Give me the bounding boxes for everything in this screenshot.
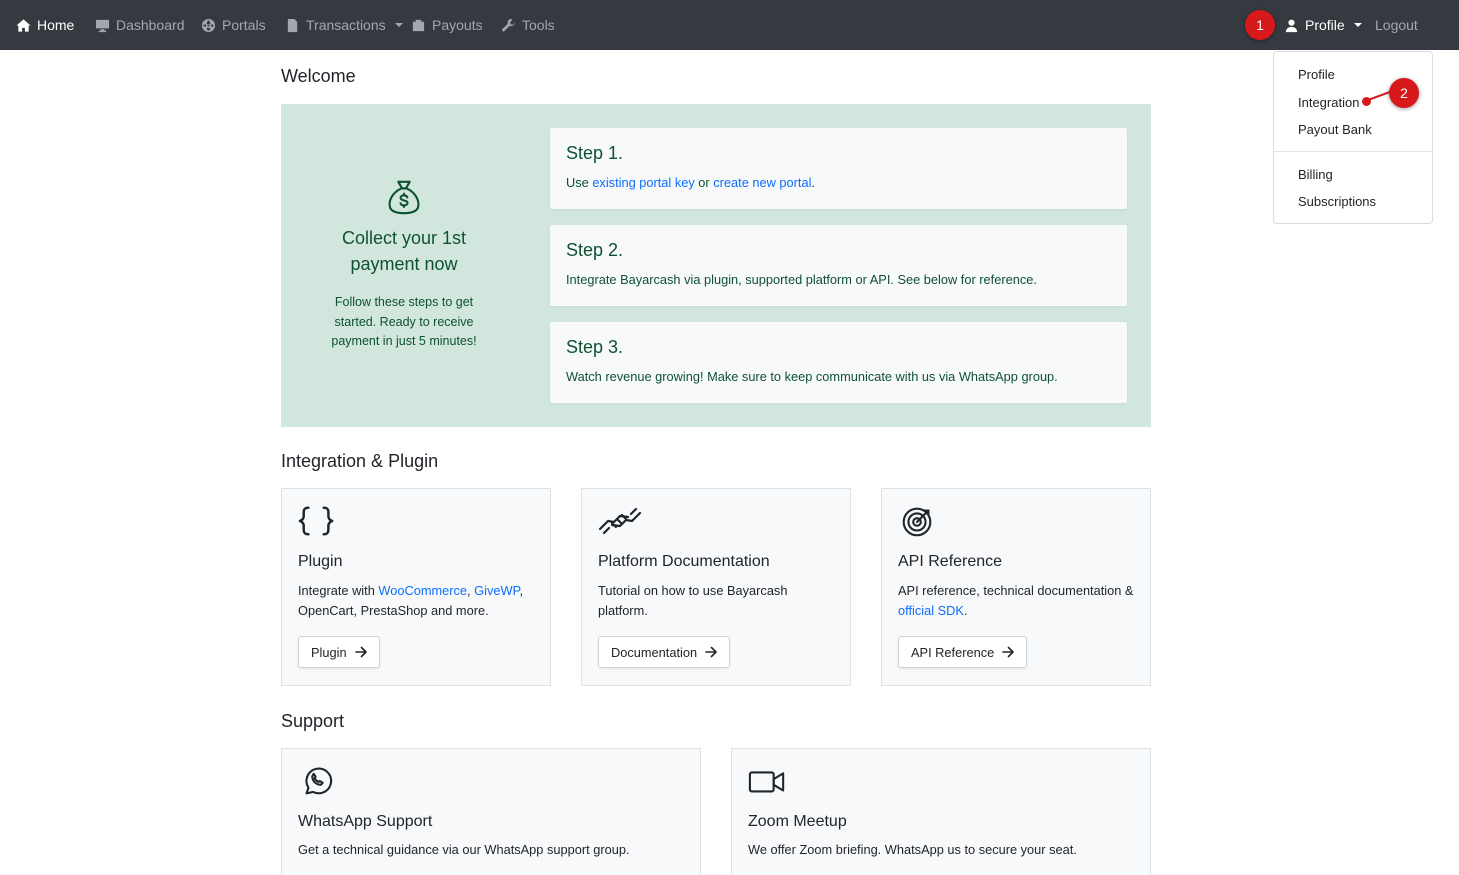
home-icon bbox=[16, 18, 31, 32]
wrench-icon bbox=[502, 18, 515, 31]
integration-title: Integration & Plugin bbox=[281, 451, 439, 471]
card-title: Zoom Meetup bbox=[748, 813, 847, 830]
nav-dashboard[interactable]: Dashboard bbox=[95, 0, 185, 50]
create-new-portal-link[interactable]: create new portal bbox=[713, 175, 811, 190]
whatsapp-support-card: WhatsApp Support Get a technical guidanc… bbox=[281, 748, 701, 875]
plugin-card: Plugin Integrate with WooCommerce, GiveW… bbox=[281, 488, 551, 686]
money-bag-icon bbox=[388, 180, 420, 215]
button-label: Documentation bbox=[611, 644, 698, 660]
nav-tools-label: Tools bbox=[522, 17, 555, 33]
api-reference-button[interactable]: API Reference bbox=[898, 636, 1028, 668]
zoom-meetup-card: Zoom Meetup We offer Zoom briefing. What… bbox=[731, 748, 1151, 875]
nav-logout-label: Logout bbox=[1375, 17, 1418, 33]
arrow-right-icon bbox=[354, 646, 367, 658]
caret-down-icon bbox=[1353, 23, 1362, 27]
step-text: Integrate Bayarcash via plugin, supporte… bbox=[566, 272, 1037, 287]
annotation-marker-1: 1 bbox=[1245, 10, 1275, 40]
card-text: Integrate with WooCommerce, GiveWP, Open… bbox=[298, 581, 538, 620]
official-sdk-link[interactable]: official SDK bbox=[898, 603, 964, 618]
card-text-part: OpenCart, PrestaShop and more. bbox=[298, 602, 489, 618]
nav-profile-label: Profile bbox=[1305, 17, 1345, 33]
existing-portal-key-link[interactable]: existing portal key bbox=[592, 175, 694, 190]
nav-profile[interactable]: Profile bbox=[1284, 0, 1362, 50]
step-card-2: Step 2. Integrate Bayarcash via plugin, … bbox=[550, 225, 1127, 306]
step-card-1: Step 1. Use existing portal key or creat… bbox=[550, 128, 1127, 209]
step-title: Step 1. bbox=[566, 143, 624, 163]
card-text-part: Integrate with bbox=[298, 583, 379, 598]
api-reference-card: API Reference API reference, technical d… bbox=[881, 488, 1151, 686]
dropdown-item-payout-bank[interactable]: Payout Bank bbox=[1298, 122, 1372, 137]
nav-dashboard-label: Dashboard bbox=[116, 17, 185, 33]
nav-home[interactable]: Home bbox=[16, 0, 74, 50]
arrow-right-icon bbox=[705, 646, 717, 658]
welcome-panel: Collect your 1st payment now Follow thes… bbox=[281, 104, 1151, 427]
handshake-icon bbox=[598, 507, 642, 535]
card-text-part: , bbox=[519, 583, 524, 598]
card-title: WhatsApp Support bbox=[298, 813, 433, 830]
step-text: Watch revenue growing! Make sure to keep… bbox=[566, 369, 1058, 384]
top-navbar: Home Dashboard Portals Transactions Payo… bbox=[0, 0, 1459, 50]
dropdown-item-subscriptions[interactable]: Subscriptions bbox=[1298, 194, 1376, 209]
platform-documentation-card: Platform Documentation Tutorial on how t… bbox=[581, 488, 851, 686]
nav-home-label: Home bbox=[37, 17, 75, 33]
card-text-part: API reference, technical documentation & bbox=[898, 583, 1134, 598]
monitor-icon bbox=[95, 19, 110, 32]
nav-portals[interactable]: Portals bbox=[201, 0, 266, 50]
step-card-3: Step 3. Watch revenue growing! Make sure… bbox=[550, 322, 1127, 403]
whatsapp-icon bbox=[305, 767, 333, 795]
dropdown-item-profile[interactable]: Profile bbox=[1298, 67, 1335, 82]
woocommerce-link[interactable]: WooCommerce bbox=[378, 583, 467, 598]
annotation-marker-2: 2 bbox=[1389, 78, 1419, 108]
welcome-callout: Collect your 1st payment now Follow thes… bbox=[281, 104, 527, 427]
nav-transactions[interactable]: Transactions bbox=[285, 0, 403, 50]
annotation-callout-dot bbox=[1362, 97, 1371, 106]
curly-braces-icon bbox=[298, 506, 334, 536]
welcome-subtext: Follow these steps to get started. Ready… bbox=[331, 295, 477, 348]
caret-down-icon bbox=[394, 23, 403, 27]
dropdown-item-integration[interactable]: Integration bbox=[1298, 95, 1359, 110]
card-text: Tutorial on how to use Bayarcash platfor… bbox=[598, 583, 788, 618]
nav-tools[interactable]: Tools bbox=[501, 0, 555, 50]
nav-payouts[interactable]: Payouts bbox=[411, 0, 483, 50]
payout-icon bbox=[412, 19, 425, 31]
nav-portals-label: Portals bbox=[222, 17, 266, 33]
card-text: API reference, technical documentation &… bbox=[898, 581, 1138, 620]
receipt-icon bbox=[287, 18, 298, 32]
button-label: Plugin bbox=[311, 644, 347, 660]
card-title: Plugin bbox=[298, 553, 343, 570]
user-icon bbox=[1285, 19, 1298, 32]
step-title: Step 3. bbox=[566, 337, 624, 357]
profile-dropdown-menu: Profile Integration Payout Bank Billing … bbox=[1273, 51, 1433, 224]
nav-logout[interactable]: Logout bbox=[1375, 0, 1418, 50]
card-title: Platform Documentation bbox=[598, 553, 770, 570]
welcome-heading: Collect your 1st payment now bbox=[341, 228, 467, 274]
arrow-right-icon bbox=[1002, 646, 1015, 658]
step-text: Use existing portal key or create new po… bbox=[566, 175, 815, 190]
target-icon bbox=[902, 507, 932, 537]
plugin-button[interactable]: Plugin bbox=[298, 636, 380, 668]
nav-transactions-label: Transactions bbox=[306, 17, 386, 33]
givewp-link[interactable]: GiveWP bbox=[474, 583, 519, 598]
card-text: We offer Zoom briefing. WhatsApp us to s… bbox=[748, 842, 1077, 857]
video-camera-icon bbox=[748, 771, 785, 793]
documentation-button[interactable]: Documentation bbox=[598, 636, 731, 668]
dropdown-divider bbox=[1274, 151, 1432, 152]
globe-icon bbox=[201, 18, 216, 32]
dropdown-item-billing[interactable]: Billing bbox=[1298, 167, 1333, 182]
nav-payouts-label: Payouts bbox=[432, 17, 483, 33]
button-label: API Reference bbox=[911, 644, 995, 660]
welcome-title: Welcome bbox=[281, 66, 356, 86]
step-text-part: Use bbox=[566, 175, 593, 190]
step-text-part: or bbox=[694, 175, 714, 190]
card-text: Get a technical guidance via our WhatsAp… bbox=[298, 842, 630, 857]
card-text-part: . bbox=[963, 602, 968, 618]
support-title: Support bbox=[281, 711, 345, 731]
card-title: API Reference bbox=[898, 553, 1003, 570]
step-text-part: . bbox=[811, 175, 815, 190]
step-title: Step 2. bbox=[566, 240, 624, 260]
